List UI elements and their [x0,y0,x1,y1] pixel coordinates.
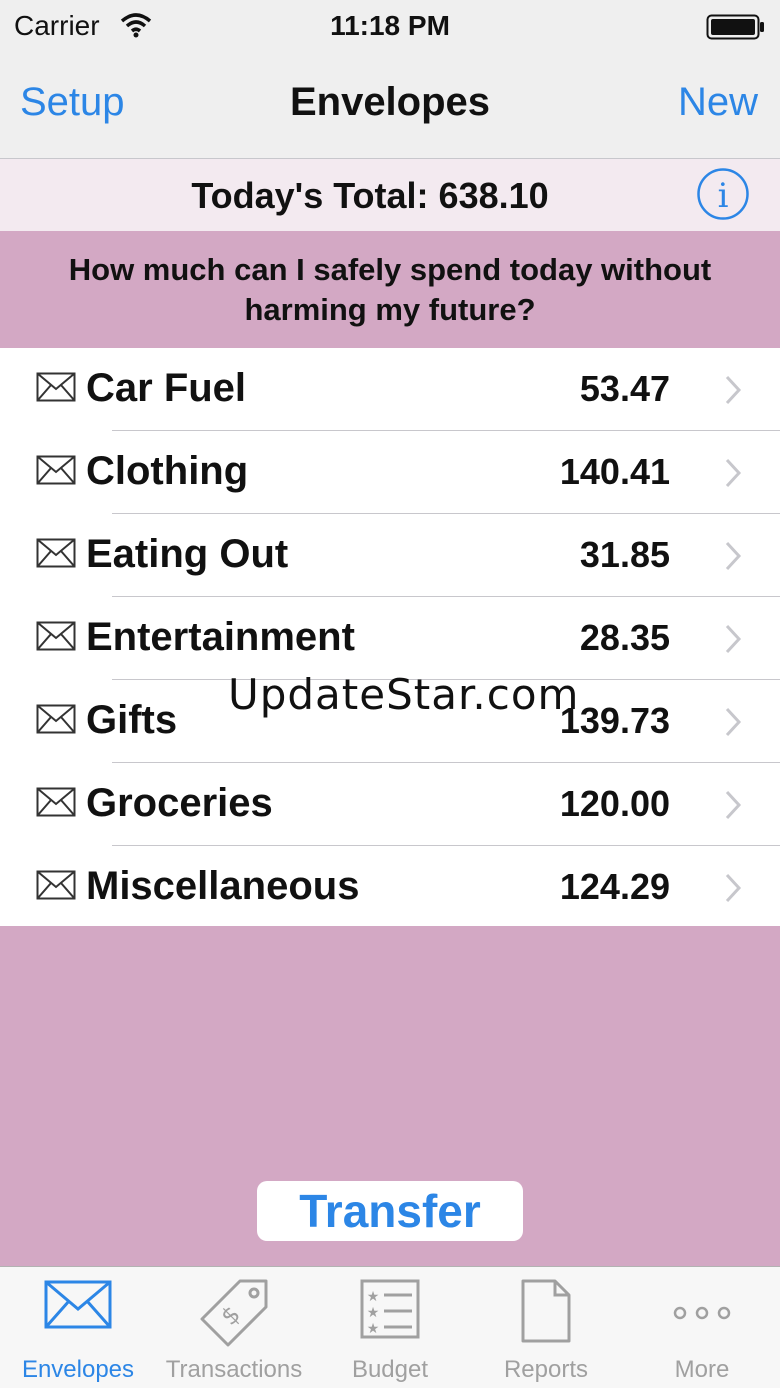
tab-label: Budget [351,1356,429,1383]
battery-icon [706,14,764,40]
transfer-button[interactable]: Transfer [257,1181,523,1241]
tab-label: Transactions [165,1356,303,1383]
status-time: 11:18 PM [330,10,450,41]
tab-reports[interactable]: Reports [468,1267,624,1388]
new-button[interactable]: New [678,80,758,125]
tab-envelopes[interactable]: Envelopes [0,1267,156,1388]
tag-icon: $ [200,1279,268,1347]
info-icon[interactable]: i [696,167,750,221]
chevron-right-icon [725,873,742,903]
envelope-icon [36,704,76,734]
envelope-icon [36,621,76,651]
envelope-icon [36,372,76,402]
envelope-icon [36,455,76,485]
tab-more[interactable]: More [624,1267,780,1388]
watermark: UpdateStar.com [228,670,580,719]
envelope-amount: 124.29 [559,866,670,907]
navigation-bar: Setup Envelopes New [0,54,780,159]
document-icon [521,1279,571,1343]
tab-bar: Envelopes $ Transactions ★ ★ ★ Budget Re… [0,1266,780,1388]
envelope-name: Entertainment [86,615,355,659]
svg-text:★: ★ [367,1289,380,1305]
envelope-icon [44,1280,112,1329]
chevron-right-icon [725,790,742,820]
tab-transactions[interactable]: $ Transactions [156,1267,312,1388]
envelope-name: Gifts [86,698,178,742]
list-icon: ★ ★ ★ [360,1279,420,1339]
envelope-row-groceries[interactable]: Groceries 120.00 [0,763,780,846]
envelope-list: Car Fuel 53.47 Clothing 140.41 Eating Ou… [0,348,780,926]
envelope-name: Eating Out [86,532,289,576]
envelope-amount: 140.41 [559,451,670,492]
status-bar: Carrier 11:18 PM [0,0,780,54]
chevron-right-icon [725,624,742,654]
envelope-amount: 28.35 [579,617,670,658]
svg-text:$: $ [215,1300,246,1331]
svg-text:i: i [718,176,729,216]
envelope-name: Clothing [86,449,249,493]
envelope-name: Car Fuel [86,366,247,410]
envelope-icon [36,538,76,568]
envelope-row-car-fuel[interactable]: Car Fuel 53.47 [0,348,780,431]
chevron-right-icon [725,458,742,488]
question-text: How much can I safely spend today withou… [68,251,712,327]
svg-text:★: ★ [367,1321,380,1337]
envelope-row-eating-out[interactable]: Eating Out 31.85 [0,514,780,597]
envelope-row-clothing[interactable]: Clothing 140.41 [0,431,780,514]
svg-text:★: ★ [367,1305,380,1321]
envelope-row-entertainment[interactable]: Entertainment 28.35 [0,597,780,680]
more-icon [673,1306,731,1320]
envelope-icon [36,870,76,900]
envelope-amount: 120.00 [559,783,670,824]
chevron-right-icon [725,707,742,737]
todays-total: Today's Total: 638.10 [191,175,549,216]
envelope-name: Miscellaneous [86,864,360,908]
tab-label: Reports [503,1356,589,1383]
envelope-amount: 31.85 [579,534,670,575]
tab-budget[interactable]: ★ ★ ★ Budget [312,1267,468,1388]
envelope-amount: 53.47 [579,368,670,409]
tab-label: More [674,1356,730,1383]
total-bar: Today's Total: 638.10 [0,159,780,231]
tab-label: Envelopes [21,1356,135,1383]
envelope-name: Groceries [86,781,273,825]
page-title: Envelopes [289,80,491,124]
envelope-row-miscellaneous[interactable]: Miscellaneous 124.29 [0,846,780,929]
chevron-right-icon [725,375,742,405]
chevron-right-icon [725,541,742,571]
question-banner: How much can I safely spend today withou… [0,231,780,348]
envelope-icon [36,787,76,817]
